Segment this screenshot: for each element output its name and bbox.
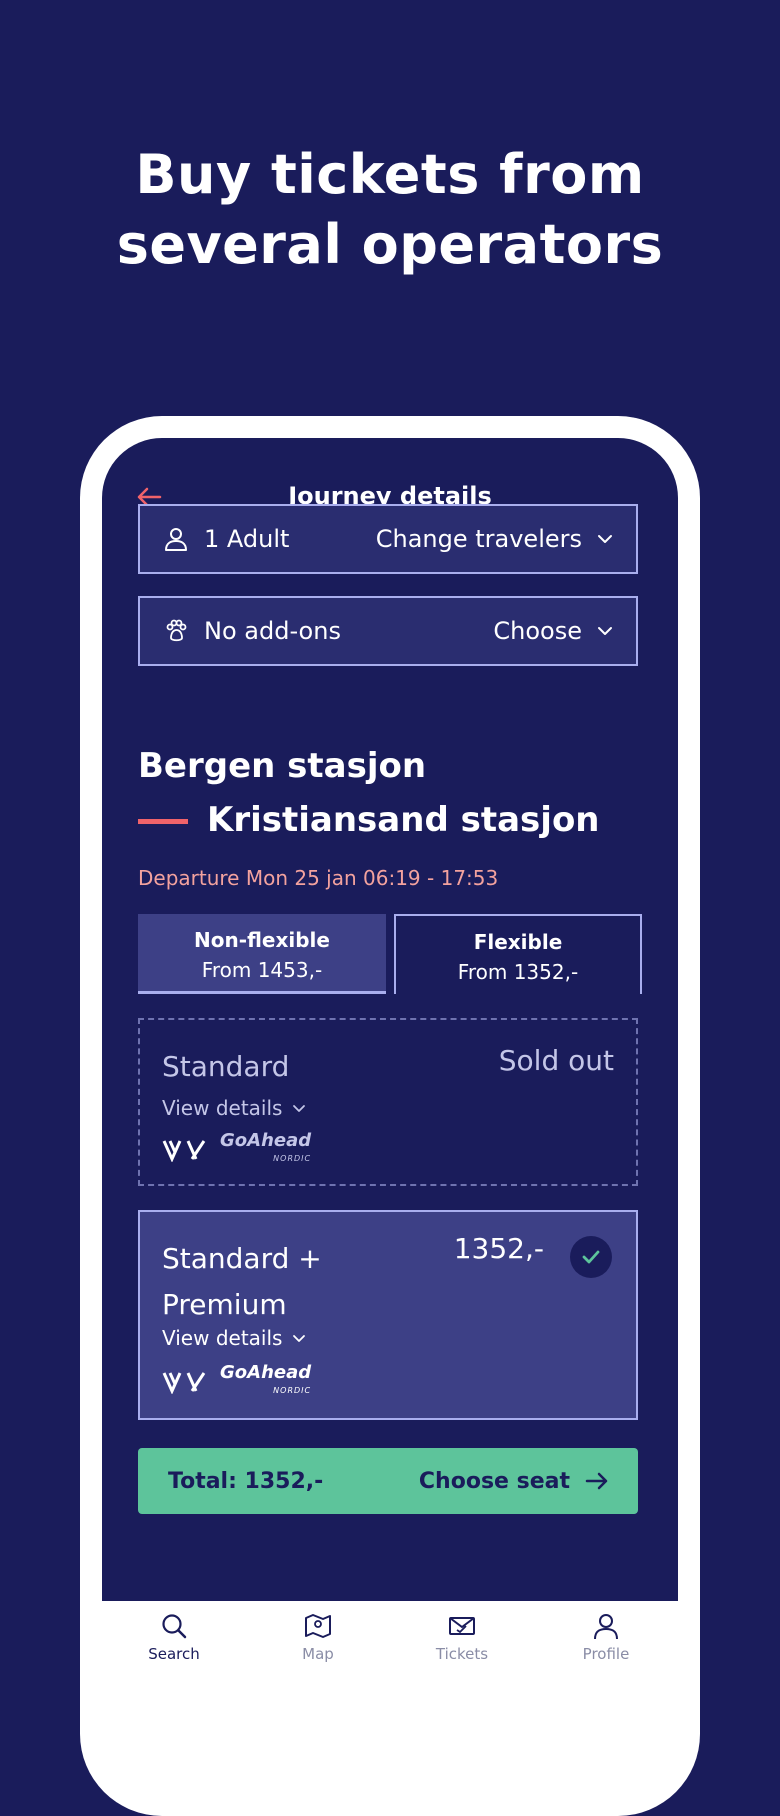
ticket-option-standard: Standard Sold out View details GoAhead N…: [138, 1018, 638, 1186]
vy-logo-icon: [162, 1372, 206, 1394]
travelers-selector[interactable]: 1 Adult Change travelers: [138, 504, 638, 574]
profile-icon: [594, 1614, 618, 1640]
operator-logos: GoAhead NORDIC: [162, 1364, 311, 1400]
addons-value: No add-ons: [204, 617, 341, 645]
map-icon: [305, 1614, 331, 1638]
choose-addons-label: Choose: [493, 617, 582, 645]
vy-logo-icon: [162, 1140, 206, 1162]
goahead-logo: GoAhead NORDIC: [220, 1132, 311, 1168]
option-name: Standard + Premium: [162, 1236, 322, 1328]
goahead-logo: GoAhead NORDIC: [220, 1364, 311, 1400]
promo-headline-line2: several operators: [116, 213, 664, 276]
chevron-down-icon: [598, 627, 612, 635]
tab-non-flexible[interactable]: Non-flexible From 1453,-: [138, 914, 386, 994]
nordic-logo-text: NORDIC: [273, 1154, 312, 1163]
tab-map[interactable]: Map: [246, 1601, 390, 1688]
chevron-down-icon: [293, 1335, 306, 1342]
goahead-logo-text: GoAhead: [220, 1362, 312, 1383]
destination-station: Kristiansand stasjon: [207, 800, 600, 840]
promo-headline-line1: Buy tickets from: [135, 143, 645, 206]
choose-seat-button[interactable]: Total: 1352,- Choose seat: [138, 1448, 638, 1514]
view-details-link[interactable]: View details: [162, 1096, 308, 1120]
sold-out-status: Sold out: [498, 1044, 614, 1077]
tab-label: Search: [148, 1645, 200, 1663]
person-icon: [165, 528, 187, 551]
tab-profile[interactable]: Profile: [534, 1601, 678, 1688]
addons-selector[interactable]: No add-ons Choose: [138, 596, 638, 666]
total-price: Total: 1352,-: [168, 1468, 324, 1494]
change-travelers-label: Change travelers: [375, 525, 582, 553]
option-name: Standard: [162, 1050, 290, 1083]
phone-screen: Journey details 1 Adult Change travelers…: [102, 438, 678, 1688]
tab-title: Non-flexible: [194, 928, 330, 952]
ticket-icon: [449, 1617, 475, 1635]
operator-logos: GoAhead NORDIC: [162, 1132, 311, 1168]
goahead-logo-text: GoAhead: [220, 1130, 312, 1151]
tab-price: From 1352,-: [457, 960, 579, 984]
tab-label: Tickets: [435, 1645, 489, 1663]
view-details-label: View details: [162, 1096, 283, 1120]
tab-price: From 1453,-: [201, 958, 323, 982]
choose-seat-label: Choose seat: [418, 1468, 570, 1494]
option-name-line2: Premium: [162, 1288, 287, 1321]
travelers-value: 1 Adult: [204, 525, 290, 553]
paw-icon: [166, 619, 187, 642]
tab-tickets[interactable]: Tickets: [390, 1601, 534, 1688]
tab-label: Profile: [582, 1645, 630, 1663]
chevron-down-icon: [598, 535, 612, 543]
ticket-option-standard-premium[interactable]: Standard + Premium 1352,- View details G…: [138, 1210, 638, 1420]
tab-flexible[interactable]: Flexible From 1352,-: [394, 914, 642, 994]
view-details-label: View details: [162, 1326, 283, 1350]
option-price: 1352,-: [453, 1232, 544, 1265]
tab-title: Flexible: [473, 930, 563, 954]
view-details-link[interactable]: View details: [162, 1326, 308, 1350]
tab-search[interactable]: Search: [102, 1601, 246, 1688]
selected-check-icon[interactable]: [570, 1236, 612, 1278]
check-icon: [582, 1250, 600, 1264]
tab-label: Map: [302, 1645, 334, 1663]
origin-station: Bergen stasjon: [138, 746, 427, 786]
arrow-right-icon: [585, 1472, 608, 1490]
chevron-down-icon: [293, 1105, 306, 1112]
departure-time: Departure Mon 25 jan 06:19 - 17:53: [138, 866, 499, 890]
promo-headline: Buy tickets from several operators: [0, 140, 780, 280]
search-icon: [162, 1614, 187, 1639]
option-name-line1: Standard +: [162, 1242, 322, 1275]
nordic-logo-text: NORDIC: [273, 1386, 312, 1395]
bottom-tab-bar: Search Map Tickets Profile: [102, 1601, 678, 1688]
route-line: [138, 819, 188, 824]
